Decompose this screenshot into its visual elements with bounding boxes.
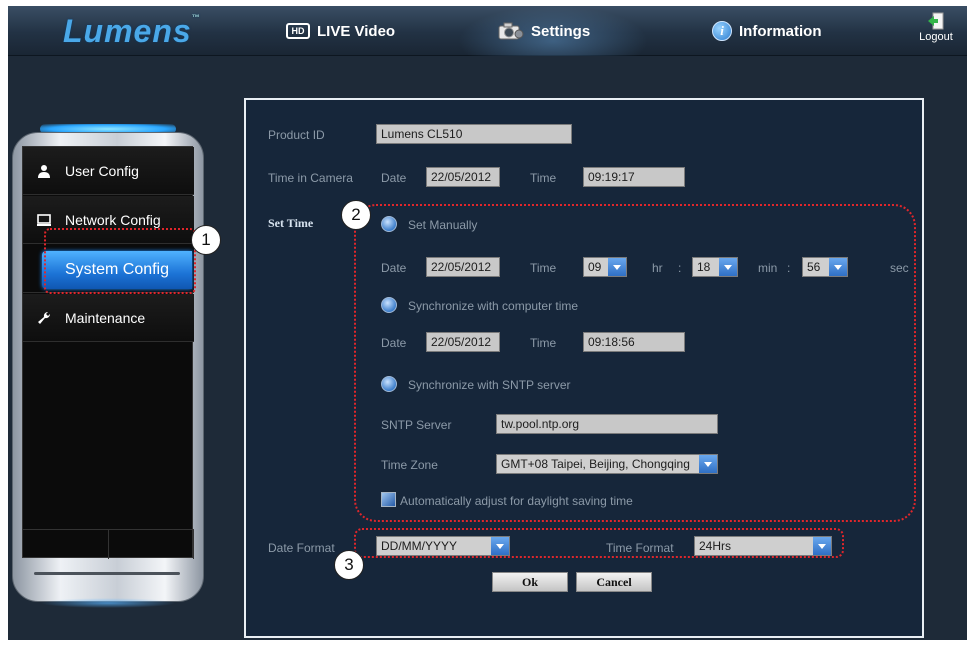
sync-sntp-label: Synchronize with SNTP server	[408, 378, 571, 392]
time-in-camera-label: Time in Camera	[268, 171, 353, 185]
camera-settings-icon	[498, 21, 524, 41]
sidebar-item-maintenance[interactable]: Maintenance	[23, 294, 194, 342]
date-format-select[interactable]: DD/MM/YYYY	[376, 536, 510, 556]
manual-date-label: Date	[381, 261, 407, 275]
computer-time-field: 09:18:56	[583, 332, 685, 352]
ok-button[interactable]: Ok	[492, 572, 568, 592]
hr-colon: :	[678, 261, 682, 275]
user-icon	[37, 164, 51, 178]
camera-date-field: 22/05/2012	[426, 167, 500, 187]
brand-logo: Lumens™	[63, 13, 201, 49]
set-manually-radio[interactable]	[381, 216, 397, 232]
camera-time-label: Time	[530, 171, 557, 185]
device-bottom-glow	[40, 598, 176, 608]
sync-computer-label: Synchronize with computer time	[408, 299, 579, 313]
sntp-server-label: SNTP Server	[381, 418, 452, 432]
chevron-down-icon	[491, 537, 509, 555]
min-colon: :	[787, 261, 791, 275]
time-format-select[interactable]: 24Hrs	[694, 536, 832, 556]
logout-button[interactable]: Logout	[916, 12, 956, 43]
chevron-down-icon	[608, 258, 626, 276]
product-id-field[interactable]: Lumens CL510	[376, 124, 572, 144]
highlight-system-config	[44, 228, 196, 294]
monitor-icon	[37, 213, 51, 227]
cancel-button[interactable]: Cancel	[576, 572, 652, 592]
set-time-label: Set Time	[268, 216, 314, 230]
chevron-down-icon	[813, 537, 831, 555]
hour-select[interactable]: 09	[583, 257, 627, 277]
tab-settings[interactable]: Settings	[498, 18, 590, 44]
top-navigation-bar: Lumens™ HD LIVE Video Settings i Informa…	[8, 6, 967, 56]
logout-icon	[928, 12, 944, 30]
date-format-label: Date Format	[268, 541, 335, 555]
sntp-server-field[interactable]: tw.pool.ntp.org	[496, 414, 718, 434]
dst-label: Automatically adjust for daylight saving…	[400, 494, 633, 508]
chevron-down-icon	[829, 258, 847, 276]
dst-checkbox[interactable]	[381, 492, 396, 507]
computer-date-field: 22/05/2012	[426, 332, 500, 352]
camera-date-label: Date	[381, 171, 407, 185]
callout-2: 2	[341, 200, 371, 230]
sidebar-item-user-config[interactable]: User Config	[23, 147, 194, 195]
sync-computer-radio[interactable]	[381, 297, 397, 313]
time-zone-label: Time Zone	[381, 458, 438, 472]
time-format-label: Time Format	[606, 541, 674, 555]
tab-information[interactable]: i Information	[712, 18, 822, 44]
manual-date-field[interactable]: 22/05/2012	[426, 257, 500, 277]
time-zone-select[interactable]: GMT+08 Taipei, Beijing, Chongqing	[496, 454, 718, 474]
hd-icon: HD	[286, 23, 310, 39]
computer-date-label: Date	[381, 336, 407, 350]
tab-live-video[interactable]: HD LIVE Video	[286, 18, 395, 44]
app-window: Lumens™ HD LIVE Video Settings i Informa…	[8, 6, 967, 640]
camera-time-field: 09:19:17	[583, 167, 685, 187]
sidebar-menu: User Config Network Config Maintenance	[22, 146, 194, 559]
sync-sntp-radio[interactable]	[381, 376, 397, 392]
chevron-down-icon	[719, 258, 737, 276]
sec-label: sec	[890, 261, 909, 275]
computer-time-label: Time	[530, 336, 557, 350]
callout-1: 1	[191, 225, 221, 255]
highlight-set-time	[354, 204, 916, 522]
set-manually-label: Set Manually	[408, 218, 478, 232]
minute-select[interactable]: 18	[692, 257, 738, 277]
min-label: min	[758, 261, 778, 275]
hr-label: hr	[652, 261, 663, 275]
wrench-icon	[37, 311, 51, 325]
product-id-label: Product ID	[268, 128, 325, 142]
second-select[interactable]: 56	[802, 257, 848, 277]
callout-3: 3	[334, 550, 364, 580]
device-slot	[34, 572, 180, 575]
info-icon: i	[712, 21, 732, 41]
chevron-down-icon	[699, 455, 717, 473]
sidebar-footer	[23, 529, 194, 559]
manual-time-label: Time	[530, 261, 557, 275]
